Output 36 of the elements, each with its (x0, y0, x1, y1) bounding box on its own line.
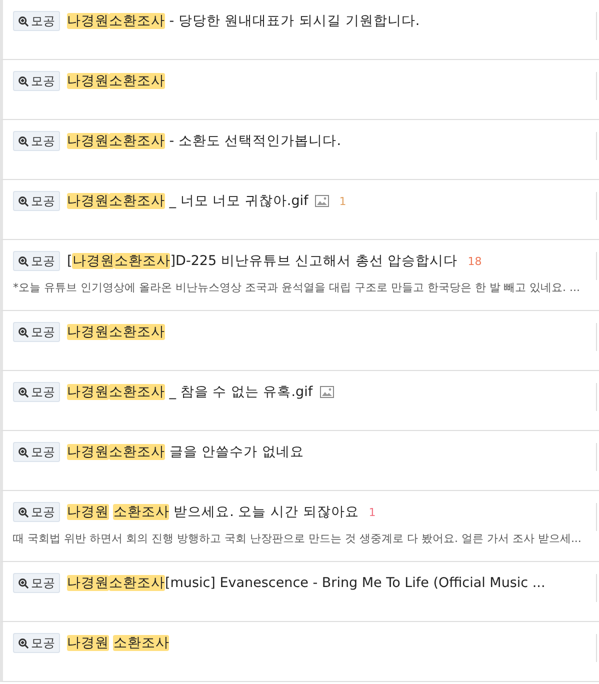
zoom-in-icon (18, 16, 29, 26)
post-title[interactable]: 나경원 소환조사 - 당당한 원내대표가 되시길 기원합니다. (67, 12, 420, 30)
zoom-in-icon (18, 196, 29, 206)
notice-tag[interactable]: 모공 (13, 131, 60, 151)
zoom-in-icon (18, 76, 29, 86)
zoom-in-icon (18, 446, 29, 458)
zoom-in-icon (18, 638, 29, 648)
zoom-in-icon (18, 386, 29, 398)
comment-count: 1 (368, 506, 376, 518)
comment-count: 1 (339, 194, 346, 208)
notice-tag[interactable]: 모공 (13, 322, 60, 342)
notice-tag[interactable]: 모공 (13, 502, 60, 522)
post-title[interactable]: 나경원 소환조사[music] Evanescence - Bring Me To Life (Official Music ... (67, 574, 546, 592)
post-excerpt: *오늘 유튜브 인기영상에 올라온 비난뉴스영상 조국과 윤석열을 대립 구조로 만들고 한국당은 한 발 빼고 있네요. ... (13, 280, 581, 295)
notice-tag[interactable]: 모공 (13, 251, 60, 271)
notice-tag[interactable]: 모공 (13, 71, 60, 91)
notice-tag[interactable]: 모공 (13, 442, 60, 462)
post-title[interactable]: 나경원 소환조사 _ 참을 수 없는 유혹.gif (67, 383, 313, 401)
post-title[interactable]: 나경원 소환조사 글을 안쓸수가 없네요 (67, 443, 304, 461)
post-title[interactable]: 나경원 소환조사 받으세요. 오늘 시간 되잖아요 (67, 503, 359, 521)
notice-tag[interactable]: 모공 (13, 573, 60, 593)
zoom-in-icon (18, 578, 29, 588)
zoom-in-icon (18, 256, 29, 266)
post-excerpt: 때 국회법 위반 하면서 회의 진행 방행하고 국회 난장판으로 만드는 것 생중계로 다 봤어요. 얼른 가서 조사 받으세... (13, 531, 582, 546)
zoom-in-icon (18, 136, 29, 146)
zoom-in-icon (18, 506, 29, 518)
zoom-in-icon (18, 326, 29, 338)
notice-tag[interactable]: 모공 (13, 191, 60, 211)
post-title[interactable]: [나경원 소환조사]D-225 비난유튜브 신고해서 총선 압승합시다 (67, 252, 458, 270)
comment-count: 18 (468, 254, 482, 268)
notice-tag[interactable]: 모공 (13, 11, 60, 31)
notice-tag[interactable]: 모공 (13, 633, 60, 653)
post-title[interactable]: 나경원 소환조사 _ 너모 너모 귀찮아.gif (67, 192, 308, 210)
post-title[interactable]: 나경원 소환조사 (67, 634, 170, 652)
notice-tag[interactable]: 모공 (13, 382, 60, 402)
post-title[interactable]: 나경원 소환조사 - 소환도 선택적인가봅니다. (67, 132, 342, 150)
